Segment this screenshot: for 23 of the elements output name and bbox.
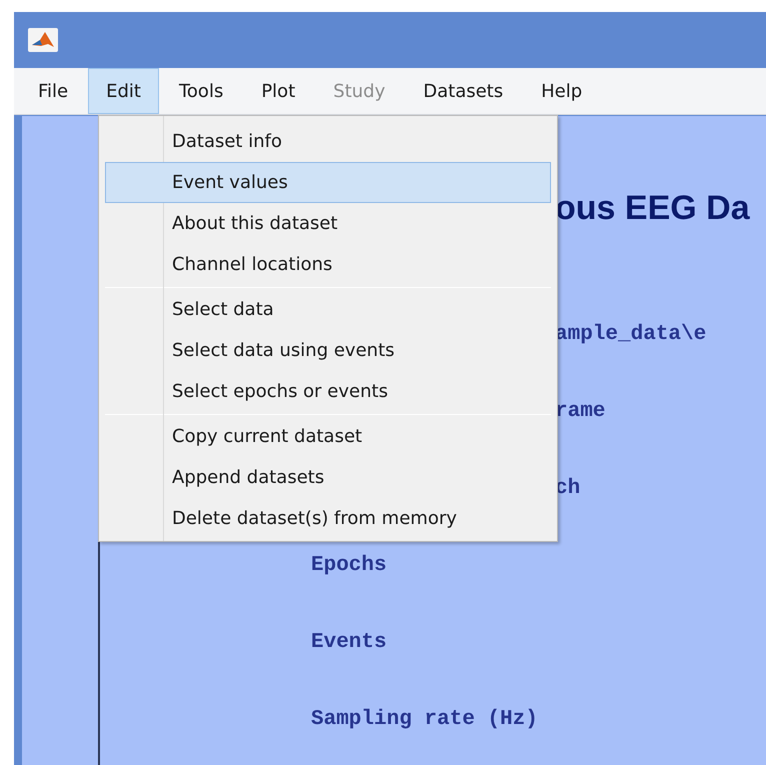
menu-item[interactable]: Select data using events [105, 330, 551, 371]
app-logo-icon [28, 28, 58, 52]
menu-item[interactable]: Delete dataset(s) from memory [105, 498, 551, 539]
menu-item[interactable]: Copy current dataset [105, 416, 551, 457]
menu-item[interactable]: Select data [105, 289, 551, 330]
menu-item[interactable]: Plot [243, 68, 314, 114]
menu-item[interactable]: Channel locations [105, 244, 551, 285]
dataset-title: ous EEG Da [555, 188, 750, 228]
field-label: rame [555, 398, 606, 425]
field-label: ample_data\e [555, 322, 706, 348]
menu-item[interactable]: Tools [160, 68, 242, 114]
menu-item[interactable]: Help [523, 68, 600, 114]
menu-item[interactable]: File [20, 68, 86, 114]
menu-item[interactable]: Dataset info [105, 121, 551, 162]
menu-item[interactable]: About this dataset [105, 203, 551, 244]
menu-item[interactable]: Select epochs or events [105, 371, 551, 412]
field-label: Epochs [311, 552, 387, 579]
menu-item[interactable]: Append datasets [105, 457, 551, 498]
field-label: Sampling rate (Hz) [311, 706, 538, 733]
menu-item[interactable]: Event values [105, 162, 551, 203]
menu-item[interactable]: Edit [88, 68, 159, 114]
field-label: Events [311, 630, 387, 656]
menu-item[interactable]: Datasets [405, 68, 522, 114]
